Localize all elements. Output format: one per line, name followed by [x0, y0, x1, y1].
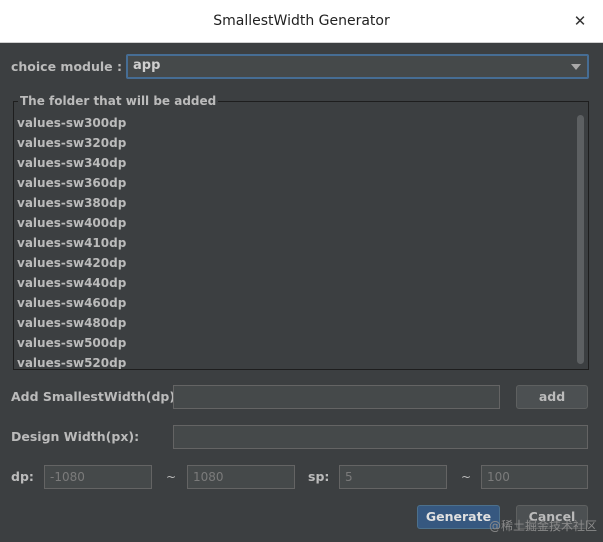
close-icon[interactable]: ✕ [571, 12, 589, 30]
list-item[interactable]: values-sw500dp [17, 333, 572, 353]
sp-label: sp: [308, 469, 330, 484]
list-item[interactable]: values-sw440dp [17, 273, 572, 293]
module-label: choice module : [11, 59, 122, 74]
list-item[interactable]: values-sw360dp [17, 173, 572, 193]
folder-list-scrollbar[interactable] [577, 115, 584, 364]
chevron-down-icon[interactable] [571, 64, 581, 70]
dp-range-separator: ~ [166, 470, 177, 484]
add-sw-input[interactable] [173, 385, 500, 409]
list-item[interactable]: values-sw340dp [17, 153, 572, 173]
dialog-body: choice module : app The folder that will… [0, 43, 603, 542]
add-button[interactable]: add [516, 385, 588, 409]
list-item[interactable]: values-sw380dp [17, 193, 572, 213]
sp-max-field[interactable]: 100 [481, 465, 588, 489]
list-item[interactable]: values-sw410dp [17, 233, 572, 253]
list-item[interactable]: values-sw300dp [17, 113, 572, 133]
list-item[interactable]: values-sw460dp [17, 293, 572, 313]
sp-range-separator: ~ [461, 470, 472, 484]
folder-group: The folder that will be added values-sw3… [13, 94, 589, 370]
list-item[interactable]: values-sw400dp [17, 213, 572, 233]
list-item[interactable]: values-sw520dp [17, 353, 572, 369]
list-item[interactable]: values-sw320dp [17, 133, 572, 153]
design-width-input[interactable] [173, 425, 588, 449]
module-combobox[interactable]: app [126, 54, 589, 79]
add-sw-label: Add SmallestWidth(dp): [11, 389, 181, 404]
folder-group-title: The folder that will be added [18, 94, 219, 108]
module-selected-value: app [133, 58, 161, 73]
title-bar: SmallestWidth Generator ✕ [0, 0, 603, 43]
generate-button[interactable]: Generate [417, 505, 500, 529]
dp-min-field[interactable]: -1080 [44, 465, 152, 489]
design-width-label: Design Width(px): [11, 429, 140, 444]
list-item[interactable]: values-sw420dp [17, 253, 572, 273]
folder-list[interactable]: values-sw300dp values-sw320dp values-sw340… [17, 113, 572, 369]
watermark: @稀土掘金技术社区 [488, 519, 597, 533]
sp-min-field[interactable]: 5 [339, 465, 447, 489]
window-title: SmallestWidth Generator [213, 13, 390, 29]
list-item[interactable]: values-sw480dp [17, 313, 572, 333]
dp-label: dp: [11, 469, 34, 484]
dp-max-field[interactable]: 1080 [187, 465, 295, 489]
